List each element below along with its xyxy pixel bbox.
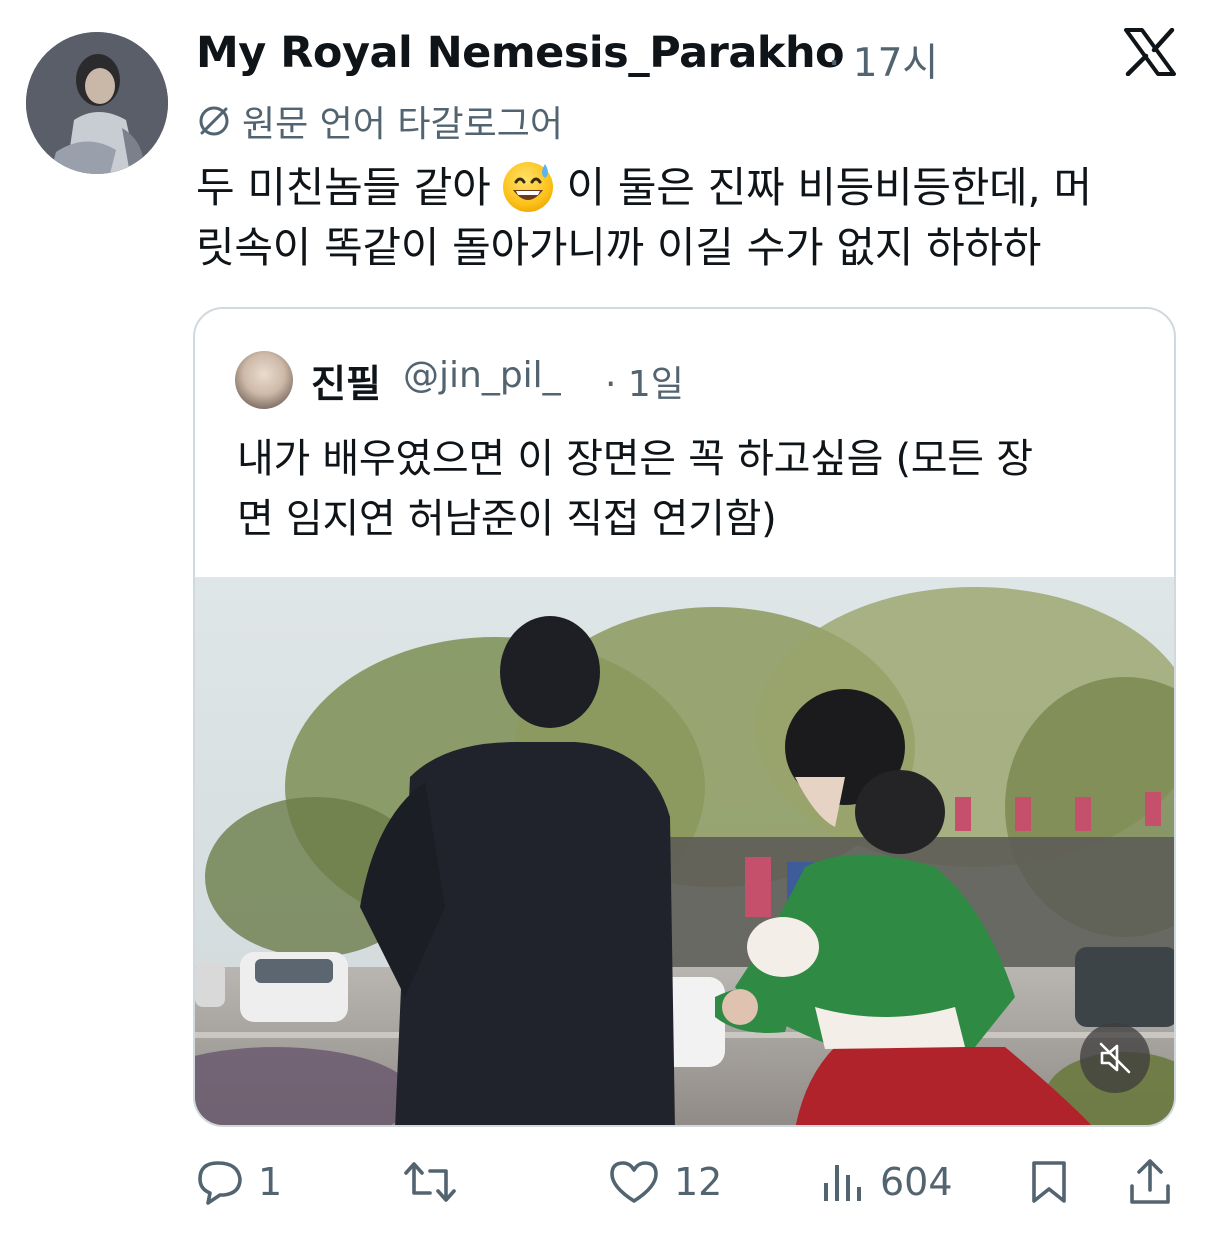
heart-icon	[610, 1161, 658, 1203]
share-button[interactable]	[1128, 1152, 1172, 1212]
views-button[interactable]: 604	[820, 1152, 953, 1212]
quoted-author-handle[interactable]: @jin_pil_	[403, 355, 561, 396]
reply-icon	[198, 1161, 242, 1205]
grinning-face-with-sweat-icon	[500, 158, 556, 214]
quoted-post-body: 내가 배우였으면 이 장면은 꼭 하고싶음 (모든 장 면 임지연 허남준이 직…	[237, 429, 1157, 549]
repost-icon	[404, 1162, 456, 1202]
author-avatar[interactable]	[26, 32, 168, 174]
post-action-bar: 1 12 604	[0, 1152, 1206, 1212]
video-frame	[195, 577, 1174, 1125]
reply-count: 1	[258, 1160, 283, 1204]
post-line-2: 릿속이 똑같이 돌아가니까 이길 수가 없지 하하하	[196, 223, 1042, 272]
translate-icon	[199, 106, 229, 136]
repost-button[interactable]	[402, 1152, 472, 1212]
translation-label: 원문 언어 타갈로그어	[242, 104, 563, 145]
quoted-line-1: 내가 배우였으면 이 장면은 꼭 하고싶음 (모든 장	[237, 436, 1033, 482]
post-text-segment: 이 둘은 진짜 비등비등한데, 머	[566, 163, 1092, 212]
quoted-post-timestamp[interactable]: · 1일	[605, 355, 684, 407]
translation-indicator[interactable]: 원문 언어 타갈로그어	[196, 98, 563, 145]
post-text-segment: 두 미친놈들 같아	[196, 163, 491, 212]
like-count: 12	[674, 1160, 723, 1204]
quoted-author-name[interactable]: 진필	[311, 353, 381, 408]
video-player[interactable]	[195, 577, 1174, 1125]
reply-button[interactable]: 1	[196, 1152, 282, 1212]
bookmark-button[interactable]	[1028, 1152, 1070, 1212]
analytics-icon	[824, 1165, 861, 1201]
muted-speaker-icon	[1099, 1042, 1131, 1074]
author-display-name[interactable]: My Royal Nemesis_Parakho	[196, 28, 845, 78]
like-button[interactable]: 12	[608, 1152, 722, 1212]
post-timestamp[interactable]: · 17시	[828, 32, 938, 88]
quoted-line-2: 면 임지연 허남준이 직접 연기함)	[237, 496, 777, 542]
share-icon	[1130, 1159, 1170, 1204]
mute-toggle-button[interactable]	[1080, 1023, 1150, 1093]
quoted-author-avatar[interactable]	[235, 351, 293, 409]
post-body: 두 미친놈들 같아 이 둘은 진짜 비등비등한데, 머 릿속이 똑같이 돌아가니…	[196, 158, 1186, 278]
view-count: 604	[880, 1160, 953, 1204]
bookmark-icon	[1032, 1161, 1066, 1203]
x-logo-icon[interactable]	[1124, 27, 1176, 77]
post-line-1: 두 미친놈들 같아 이 둘은 진짜 비등비등한데, 머	[196, 158, 1186, 218]
quoted-post-card[interactable]: 진필 @jin_pil_ · 1일 내가 배우였으면 이 장면은 꼭 하고싶음 …	[193, 307, 1176, 1127]
avatar-photo	[26, 32, 168, 174]
